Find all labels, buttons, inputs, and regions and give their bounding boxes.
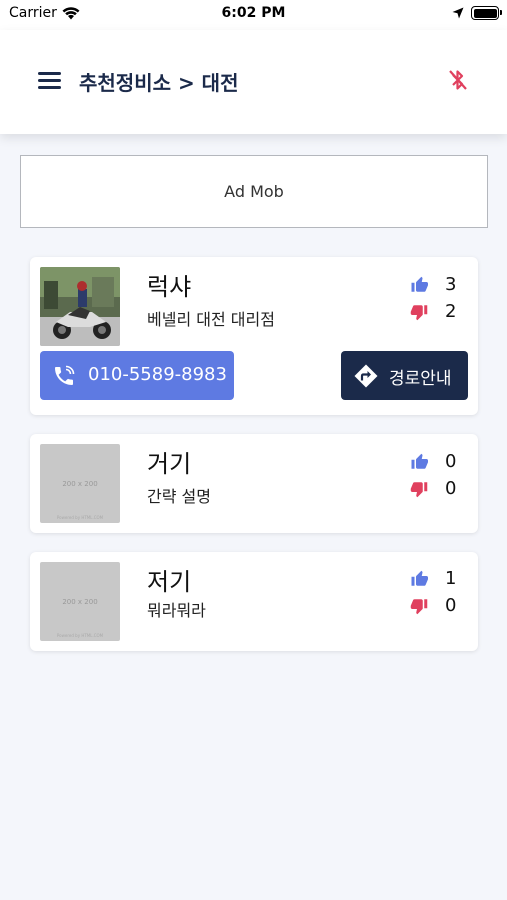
phone-number: 010-5589-8983 xyxy=(88,364,227,385)
shop-thumbnail xyxy=(40,267,120,346)
dislike-count: 2 xyxy=(445,301,457,322)
phone-call-icon xyxy=(55,365,75,385)
dislike-counter: 0 xyxy=(410,478,470,500)
placeholder-size-label: 200 x 200 xyxy=(62,480,98,488)
dislike-counter: 0 xyxy=(410,595,470,617)
shop-description: 간략 설명 xyxy=(147,487,211,506)
directions-icon xyxy=(354,364,378,388)
like-count: 0 xyxy=(445,451,457,472)
hamburger-menu-icon[interactable] xyxy=(38,72,61,90)
thumbs-down-icon[interactable] xyxy=(410,597,428,615)
page-title: 추천정비소 > 대전 xyxy=(79,71,239,95)
directions-button[interactable]: 경로안내 xyxy=(341,351,468,400)
status-bar: Carrier 6:02 PM xyxy=(0,0,507,30)
ad-label: Ad Mob xyxy=(224,182,284,201)
like-counter: 3 xyxy=(410,274,470,296)
shop-card[interactable]: 200 x 200 Powered by HTML.COM 저기 뭐라뭐라 1 … xyxy=(30,552,478,651)
shop-card[interactable]: 럭샤 베넬리 대전 대리점 3 2 010-5589-8983 경로안내 xyxy=(30,257,478,415)
thumbs-up-icon[interactable] xyxy=(410,570,428,588)
dislike-count: 0 xyxy=(445,595,457,616)
bluetooth-disabled-icon[interactable] xyxy=(447,68,469,92)
shop-thumbnail-placeholder: 200 x 200 Powered by HTML.COM xyxy=(40,444,120,523)
like-count: 1 xyxy=(445,568,457,589)
status-time: 6:02 PM xyxy=(221,5,286,21)
thumbs-down-icon[interactable] xyxy=(410,303,428,321)
app-header: 추천정비소 > 대전 xyxy=(0,30,507,134)
thumbs-up-icon[interactable] xyxy=(410,453,428,471)
dislike-count: 0 xyxy=(445,478,457,499)
thumbs-up-icon[interactable] xyxy=(410,276,428,294)
shop-name: 거기 xyxy=(147,450,192,478)
dislike-counter: 2 xyxy=(410,301,470,323)
like-counter: 1 xyxy=(410,568,470,590)
shop-description: 베넬리 대전 대리점 xyxy=(147,310,275,329)
like-count: 3 xyxy=(445,274,457,295)
placeholder-size-label: 200 x 200 xyxy=(62,598,98,606)
shop-name: 럭샤 xyxy=(147,273,192,301)
shop-description: 뭐라뭐라 xyxy=(147,601,206,620)
directions-label: 경로안내 xyxy=(389,369,452,389)
location-arrow-icon xyxy=(452,7,464,19)
placeholder-credit: Powered by HTML.COM xyxy=(56,633,104,638)
battery-icon xyxy=(471,6,502,20)
like-counter: 0 xyxy=(410,451,470,473)
call-button[interactable]: 010-5589-8983 xyxy=(40,351,234,400)
shop-name: 저기 xyxy=(147,568,192,596)
shop-thumbnail-placeholder: 200 x 200 Powered by HTML.COM xyxy=(40,562,120,641)
thumbs-down-icon[interactable] xyxy=(410,480,428,498)
shop-card[interactable]: 200 x 200 Powered by HTML.COM 거기 간략 설명 0… xyxy=(30,434,478,533)
ad-banner[interactable]: Ad Mob xyxy=(20,155,488,228)
placeholder-credit: Powered by HTML.COM xyxy=(56,515,104,520)
motorcycle-photo xyxy=(40,267,120,346)
